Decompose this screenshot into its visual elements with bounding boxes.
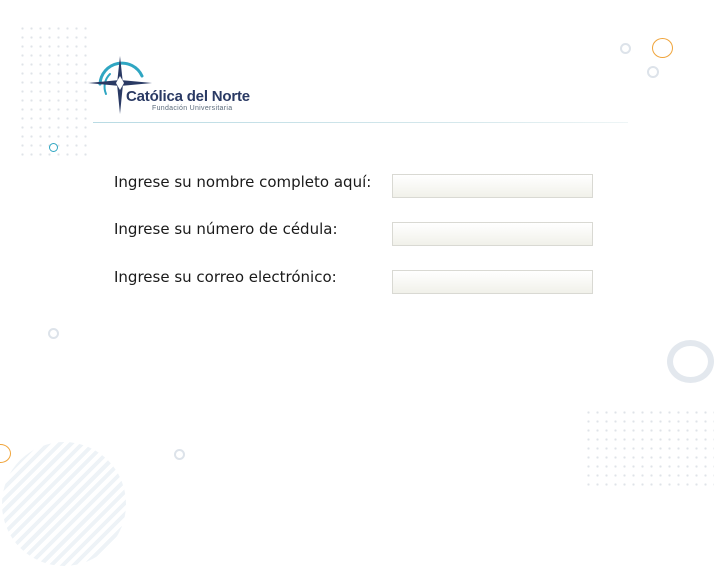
large-gray-ring-right (667, 340, 714, 383)
compass-star-icon (88, 56, 152, 114)
full-name-input[interactable] (393, 175, 592, 197)
full-name-label: Ingrese su nombre completo aquí: (114, 173, 372, 191)
email-label: Ingrese su correo electrónico: (114, 268, 337, 286)
logo-subtitle: Fundación Universitaria (152, 105, 233, 112)
dot-pattern-bottom-right (584, 408, 714, 486)
logo-title: Católica del Norte (126, 88, 250, 105)
id-number-field-box (392, 222, 593, 246)
hatched-circle-bottom-left (2, 442, 126, 566)
dot-pattern-top-left (18, 24, 88, 158)
id-number-input[interactable] (393, 223, 592, 245)
small-teal-ring (49, 143, 58, 152)
gray-ring-top-right-1 (620, 43, 631, 54)
email-field-box (392, 270, 593, 294)
gray-ring-bottom (174, 449, 185, 460)
id-number-label: Ingrese su número de cédula: (114, 220, 338, 238)
orange-ring-top-right (652, 38, 673, 58)
full-name-field-box (392, 174, 593, 198)
gray-ring-top-right-2 (647, 66, 659, 78)
header-divider (93, 122, 628, 123)
email-input[interactable] (393, 271, 592, 293)
orange-ring-bottom-left (0, 444, 11, 463)
gray-ring-left (48, 328, 59, 339)
